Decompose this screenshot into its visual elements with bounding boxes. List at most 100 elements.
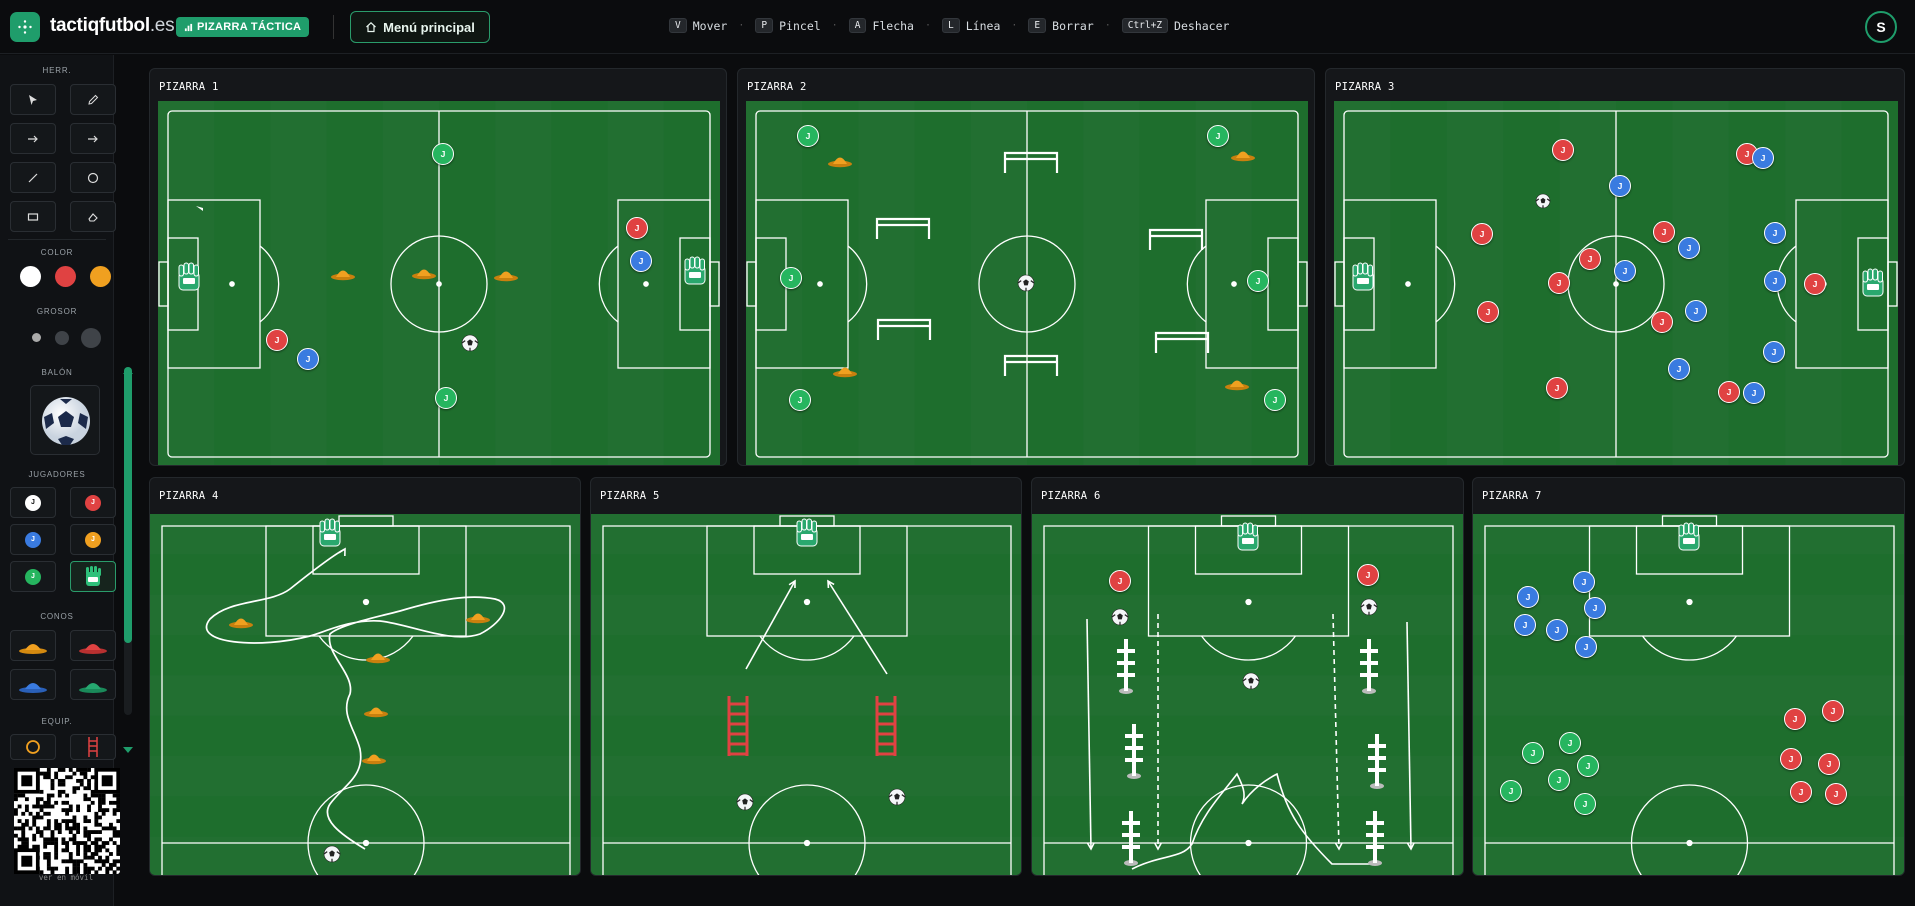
player-chip-red[interactable]: J (1548, 272, 1570, 294)
cone-orange-tool[interactable] (10, 630, 56, 661)
board-3[interactable]: PIZARRA 3 JJJJJJJJJJJJJJJJJJJJJ (1325, 68, 1905, 466)
player-chip-red[interactable]: J (1109, 570, 1131, 592)
player-chip-green[interactable]: J (432, 143, 454, 165)
player-chip-blue[interactable]: J (1678, 237, 1700, 259)
color-orange-swatch[interactable] (90, 266, 111, 287)
shortcut-brush[interactable]: P Pincel (755, 18, 821, 33)
player-chip-green[interactable]: J (1577, 755, 1599, 777)
goalkeeper-glove-icon[interactable] (1678, 522, 1700, 551)
player-chip-green[interactable]: J (1548, 769, 1570, 791)
player-chip-red[interactable]: J (626, 217, 648, 239)
shortcut-undo[interactable]: Ctrl+Z Deshacer (1121, 18, 1229, 33)
cone-icon[interactable] (833, 367, 857, 378)
tool-brush[interactable] (70, 84, 116, 115)
board-7[interactable]: PIZARRA 7 JJJJJJJJJJJJJJJJJJ (1472, 477, 1905, 876)
player-chip-green[interactable]: J (1207, 125, 1229, 147)
ball-icon[interactable] (736, 793, 754, 811)
player-chip-blue[interactable]: J (1764, 270, 1786, 292)
brand-name[interactable]: tactiqfutbol.es (50, 15, 175, 37)
player-blue-tool[interactable]: J (10, 524, 56, 555)
player-chip-red[interactable]: J (1651, 311, 1673, 333)
player-chip-green[interactable]: J (797, 125, 819, 147)
tool-select[interactable] (10, 84, 56, 115)
player-chip-green[interactable]: J (435, 387, 457, 409)
goalkeeper-glove-icon[interactable] (796, 518, 818, 547)
hurdle-icon[interactable] (1148, 228, 1204, 250)
pitch-full[interactable]: JJJJJJJJJJJJJJJJJJJJJ (1334, 101, 1898, 465)
board-4[interactable]: PIZARRA 4 (149, 477, 581, 876)
color-white-swatch[interactable] (20, 266, 41, 287)
cone-green-tool[interactable] (70, 669, 116, 700)
ball-icon[interactable] (1111, 608, 1129, 626)
player-chip-red[interactable]: J (1790, 781, 1812, 803)
ladder-icon[interactable] (727, 696, 749, 756)
player-chip-green[interactable]: J (1522, 742, 1544, 764)
player-orange-tool[interactable]: J (70, 524, 116, 555)
player-chip-red[interactable]: J (1477, 301, 1499, 323)
scroll-down-icon[interactable] (122, 746, 134, 754)
color-red-swatch[interactable] (55, 266, 76, 287)
player-chip-blue[interactable]: J (1668, 358, 1690, 380)
sidebar-scrollbar[interactable] (124, 367, 132, 715)
pitch-full[interactable]: JJJJJJ (158, 101, 720, 465)
player-chip-blue[interactable]: J (1514, 614, 1536, 636)
player-chip-blue[interactable]: J (1752, 147, 1774, 169)
goalkeeper-glove-icon[interactable] (1237, 522, 1259, 551)
player-chip-red[interactable]: J (1718, 381, 1740, 403)
ball-icon[interactable] (1242, 672, 1260, 690)
player-chip-red[interactable]: J (1825, 783, 1847, 805)
ball-icon[interactable] (1360, 598, 1378, 616)
ladder-tool[interactable] (70, 734, 116, 760)
player-chip-blue[interactable]: J (297, 348, 319, 370)
app-logo-icon[interactable] (10, 12, 40, 42)
player-chip-blue[interactable]: J (1575, 636, 1597, 658)
player-chip-blue[interactable]: J (1614, 260, 1636, 282)
tool-arrow[interactable] (10, 123, 56, 154)
ball-tile[interactable] (30, 385, 100, 455)
player-chip-red[interactable]: J (1579, 248, 1601, 270)
player-chip-red[interactable]: J (1552, 139, 1574, 161)
goalkeeper-glove-icon[interactable] (1352, 262, 1374, 291)
goalkeeper-glove-icon[interactable] (319, 518, 341, 547)
scrollbar-thumb[interactable] (124, 367, 132, 643)
pitch-half[interactable]: JJJJJJJJJJJJJJJJJJ (1473, 514, 1904, 875)
player-chip-blue[interactable]: J (1743, 382, 1765, 404)
player-chip-green[interactable]: J (1559, 732, 1581, 754)
shortcut-erase[interactable]: E Borrar (1028, 18, 1094, 33)
tool-line[interactable] (10, 162, 56, 193)
player-chip-blue[interactable]: J (1764, 222, 1786, 244)
player-chip-blue[interactable]: J (1763, 341, 1785, 363)
player-chip-red[interactable]: J (1822, 700, 1844, 722)
player-green-tool[interactable]: J (10, 561, 56, 592)
ball-icon[interactable] (461, 334, 479, 352)
tool-dashed-arrow[interactable] (70, 123, 116, 154)
player-chip-green[interactable]: J (1574, 793, 1596, 815)
player-chip-red[interactable]: J (1804, 273, 1826, 295)
player-chip-green[interactable]: J (789, 389, 811, 411)
board-1[interactable]: PIZARRA 1 JJJJJJ (149, 68, 727, 466)
ball-icon[interactable] (1535, 193, 1551, 209)
player-chip-red[interactable]: J (1818, 753, 1840, 775)
tool-circle[interactable] (70, 162, 116, 193)
pitch-half[interactable] (591, 514, 1021, 875)
player-white-tool[interactable]: J (10, 487, 56, 518)
ladder-icon[interactable] (875, 696, 897, 756)
player-chip-red[interactable]: J (1471, 223, 1493, 245)
cone-icon[interactable] (366, 653, 390, 664)
cone-red-tool[interactable] (70, 630, 116, 661)
ball-icon[interactable] (323, 845, 341, 863)
player-chip-green[interactable]: J (780, 267, 802, 289)
player-chip-blue[interactable]: J (1584, 597, 1606, 619)
goalkeeper-tool[interactable] (70, 561, 116, 592)
player-chip-red[interactable]: J (266, 329, 288, 351)
board-5[interactable]: PIZARRA 5 (590, 477, 1022, 876)
scroll-up-icon[interactable] (122, 367, 134, 375)
cone-icon[interactable] (331, 270, 355, 281)
player-chip-red[interactable]: J (1546, 377, 1568, 399)
player-red-tool[interactable]: J (70, 487, 116, 518)
player-chip-red[interactable]: J (1653, 221, 1675, 243)
tool-eraser[interactable] (70, 201, 116, 232)
shortcut-arrow[interactable]: A Flecha (848, 18, 914, 33)
player-chip-blue[interactable]: J (1609, 175, 1631, 197)
player-chip-green[interactable]: J (1500, 780, 1522, 802)
